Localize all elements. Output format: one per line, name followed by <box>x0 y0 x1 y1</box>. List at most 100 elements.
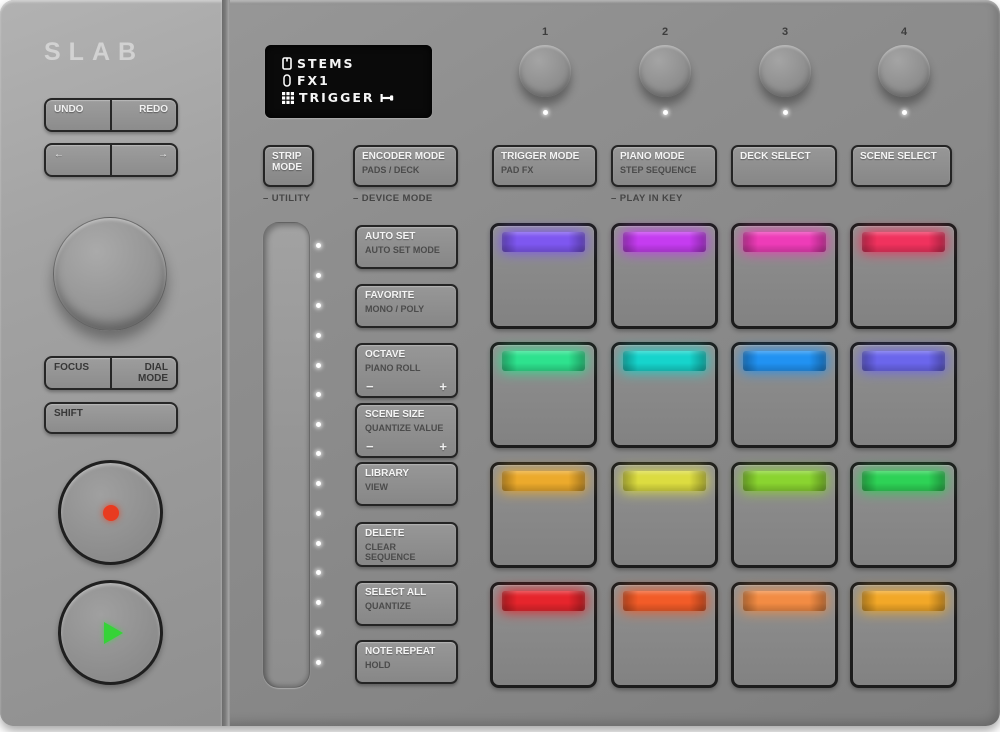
hold-indicator-icon <box>380 93 394 103</box>
nav-arrow-button-group: ← → <box>44 143 178 177</box>
play-icon <box>104 622 123 644</box>
pad-color-strip <box>862 232 945 252</box>
plus-label[interactable]: + <box>439 441 447 453</box>
strip-led <box>316 422 321 427</box>
pad-color-strip <box>502 471 585 491</box>
focus-button[interactable]: FOCUS <box>46 358 110 388</box>
pad-6[interactable] <box>611 342 718 448</box>
redo-button[interactable]: REDO <box>110 100 176 130</box>
favorite-button[interactable]: FAVORITE MONO / POLY <box>355 284 458 328</box>
encoder-knob-3[interactable] <box>759 45 811 97</box>
deck-select-button[interactable]: DECK SELECT <box>731 145 837 187</box>
trigger-mode-button[interactable]: TRIGGER MODE PAD FX <box>492 145 597 187</box>
strip-mode-button[interactable]: STRIP MODE <box>263 145 314 187</box>
plus-label[interactable]: + <box>439 381 447 393</box>
record-icon <box>103 505 119 521</box>
pad-2[interactable] <box>611 223 718 329</box>
library-button[interactable]: LIBRARY VIEW <box>355 462 458 506</box>
nav-left-button[interactable]: ← <box>46 145 110 175</box>
brand-logo: SLAB <box>44 38 144 67</box>
encoder-number-label: 1 <box>515 26 575 38</box>
minus-plus-row: − + <box>366 381 447 393</box>
browse-dial[interactable] <box>53 217 167 331</box>
touch-strip[interactable] <box>263 222 310 688</box>
button-shift-label: QUANTIZE VALUE <box>365 423 448 433</box>
play-button[interactable] <box>58 580 163 685</box>
encoder-unit-3: 3 <box>755 26 815 115</box>
encoder-mode-button[interactable]: ENCODER MODE PADS / DECK <box>353 145 458 187</box>
button-shift-label: AUTO SET MODE <box>365 245 448 255</box>
pad-color-strip <box>743 591 826 611</box>
encoder-unit-4: 4 <box>874 26 934 115</box>
minus-label[interactable]: − <box>366 381 374 393</box>
play-in-key-footnote-label: – PLAY IN KEY <box>611 193 683 204</box>
encoder-unit-2: 2 <box>635 26 695 115</box>
pad-12[interactable] <box>850 462 957 568</box>
encoder-knob-4[interactable] <box>878 45 930 97</box>
pad-color-strip <box>502 351 585 371</box>
strip-led <box>316 600 321 605</box>
auto-set-button[interactable]: AUTO SET AUTO SET MODE <box>355 225 458 269</box>
focus-dialmode-button-group: FOCUS DIAL MODE <box>44 356 178 390</box>
record-button[interactable] <box>58 460 163 565</box>
pad-16[interactable] <box>850 582 957 688</box>
strip-led <box>316 660 321 665</box>
strip-led <box>316 481 321 486</box>
select-all-button[interactable]: SELECT ALL QUANTIZE <box>355 581 458 626</box>
strip-led <box>316 570 321 575</box>
pad-7[interactable] <box>731 342 838 448</box>
strip-led <box>316 451 321 456</box>
strip-led <box>316 333 321 338</box>
panel-seam <box>222 0 230 726</box>
pad-5[interactable] <box>490 342 597 448</box>
octave-button[interactable]: OCTAVE PIANO ROLL − + <box>355 343 458 398</box>
pad-8[interactable] <box>850 342 957 448</box>
undo-button[interactable]: UNDO <box>46 100 110 130</box>
encoder-led-4 <box>902 110 907 115</box>
pad-1[interactable] <box>490 223 597 329</box>
display-line-trigger: TRIGGER <box>282 89 432 106</box>
pad-4[interactable] <box>850 223 957 329</box>
pad-11[interactable] <box>731 462 838 568</box>
button-title: SCENE SIZE <box>365 409 448 420</box>
encoder-knob-2[interactable] <box>639 45 691 97</box>
encoder-number-label: 2 <box>635 26 695 38</box>
display-text-stems: STEMS <box>297 56 355 71</box>
strip-led <box>316 630 321 635</box>
scene-size-button[interactable]: SCENE SIZE QUANTIZE VALUE − + <box>355 403 458 458</box>
dial-mode-button[interactable]: DIAL MODE <box>110 358 176 388</box>
pad-13[interactable] <box>490 582 597 688</box>
pad-color-strip <box>623 232 706 252</box>
pad-color-strip <box>623 351 706 371</box>
encoder-led-3 <box>783 110 788 115</box>
pad-color-strip <box>862 591 945 611</box>
button-title: FAVORITE <box>365 290 448 301</box>
pad-color-strip <box>743 232 826 252</box>
delete-button[interactable]: DELETE CLEAR SEQUENCE <box>355 522 458 567</box>
piano-mode-button[interactable]: PIANO MODE STEP SEQUENCE <box>611 145 717 187</box>
display-line-fx: FX1 <box>282 72 432 89</box>
shift-button[interactable]: SHIFT <box>44 402 178 434</box>
encoder-number-label: 3 <box>755 26 815 38</box>
pad-9[interactable] <box>490 462 597 568</box>
pad-3[interactable] <box>731 223 838 329</box>
strip-led <box>316 363 321 368</box>
button-title: STRIP MODE <box>272 151 305 173</box>
button-shift-label: PAD FX <box>501 165 588 175</box>
pad-14[interactable] <box>611 582 718 688</box>
button-shift-label: CLEAR SEQUENCE <box>365 542 448 562</box>
scene-select-button[interactable]: SCENE SELECT <box>851 145 952 187</box>
pad-10[interactable] <box>611 462 718 568</box>
encoder-number-label: 4 <box>874 26 934 38</box>
button-title: OCTAVE <box>365 349 448 360</box>
note-repeat-button[interactable]: NOTE REPEAT HOLD <box>355 640 458 684</box>
minus-plus-row: − + <box>366 441 447 453</box>
nav-right-button[interactable]: → <box>110 145 176 175</box>
strip-led <box>316 541 321 546</box>
pad-15[interactable] <box>731 582 838 688</box>
button-title: AUTO SET <box>365 231 448 242</box>
encoder-knob-1[interactable] <box>519 45 571 97</box>
encoder-unit-1: 1 <box>515 26 575 115</box>
display-text-fx: FX1 <box>297 73 330 88</box>
minus-label[interactable]: − <box>366 441 374 453</box>
